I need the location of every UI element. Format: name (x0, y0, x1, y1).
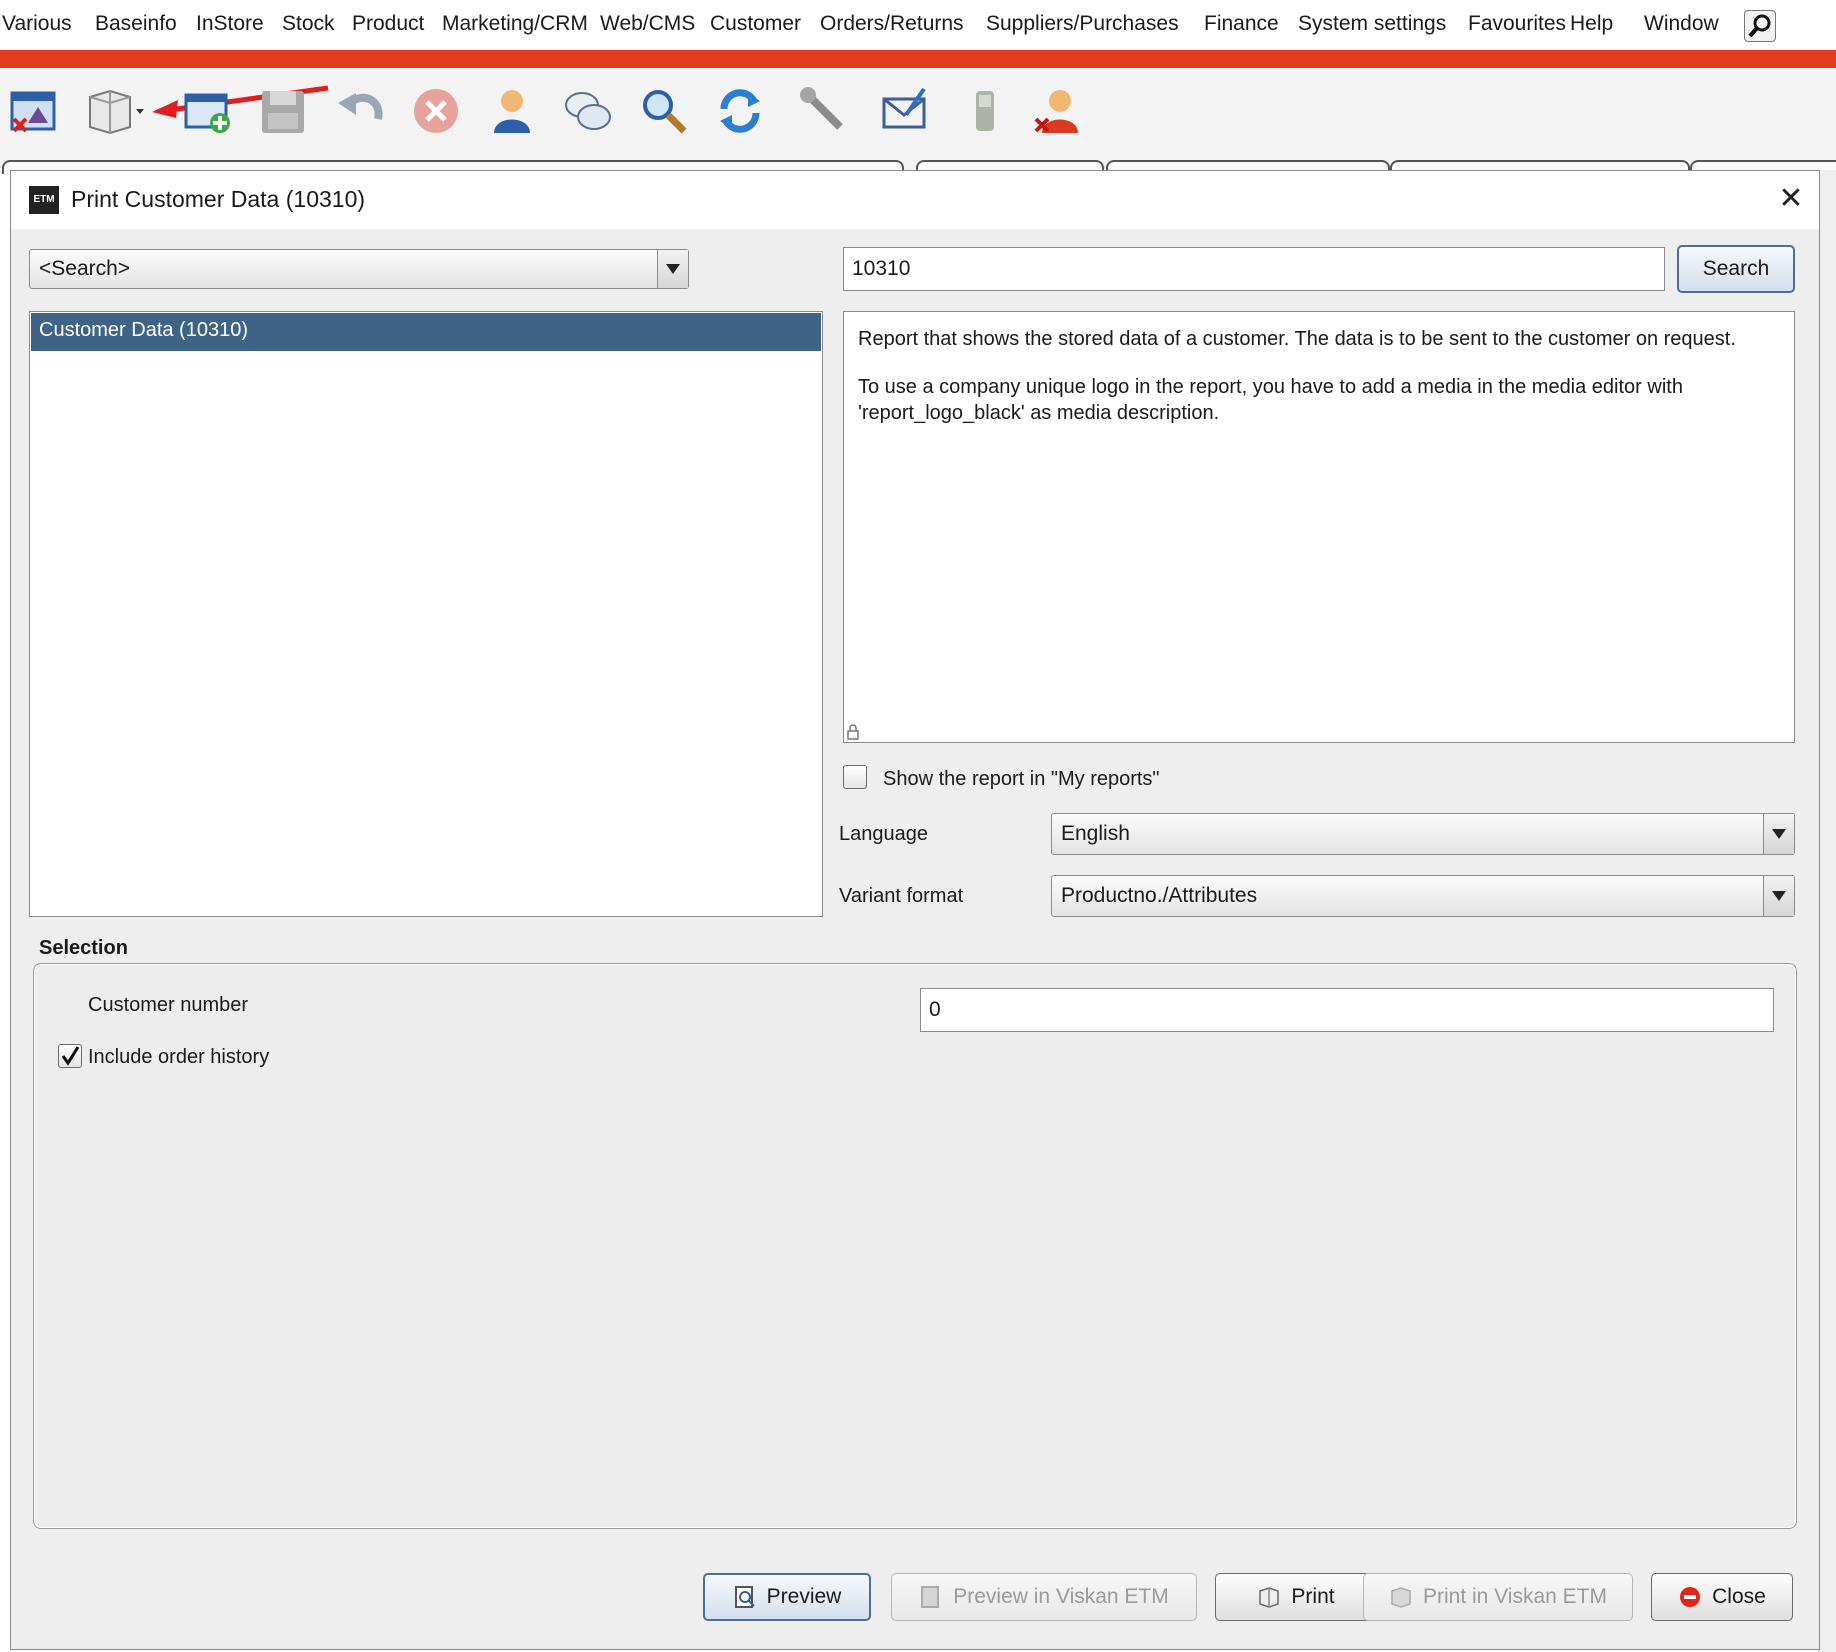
variant-format-select[interactable]: Productno./Attributes (1051, 875, 1795, 917)
new-window-icon[interactable] (182, 85, 234, 137)
menu-orders-returns[interactable]: Orders/Returns (820, 12, 964, 36)
report-description: Report that shows the stored data of a c… (843, 311, 1795, 743)
menu-system-settings[interactable]: System settings (1298, 12, 1446, 36)
chevron-down-icon[interactable] (657, 250, 688, 288)
preview-in-viskan-etm-label: Preview in Viskan ETM (953, 1585, 1169, 1608)
list-item[interactable]: Customer Data (10310) (31, 313, 821, 351)
variant-format-select-value: Productno./Attributes (1061, 884, 1258, 907)
background-window-edge (1818, 170, 1836, 1652)
etm-logo: ETM (29, 186, 59, 214)
report-search-input-value: 10310 (852, 257, 911, 280)
selection-heading: Selection (39, 937, 128, 959)
menu-help[interactable]: Help (1570, 12, 1613, 36)
preview-icon (921, 1586, 940, 1608)
menu-various[interactable]: Various (2, 12, 72, 36)
user-icon[interactable] (486, 85, 538, 137)
menu-web-cms[interactable]: Web/CMS (600, 12, 695, 36)
printer-icon (1391, 1587, 1411, 1608)
description-paragraph: Report that shows the stored data of a c… (858, 328, 1736, 350)
language-select[interactable]: English (1051, 813, 1795, 855)
close-icon[interactable]: ✕ (1776, 184, 1806, 214)
menu-customer[interactable]: Customer (710, 12, 801, 36)
search-icon[interactable] (638, 85, 690, 137)
dialog-titlebar: ETM Print Customer Data (10310) ✕ (11, 171, 1819, 229)
report-search-input[interactable]: 10310 (843, 247, 1665, 291)
chat-icon[interactable] (562, 85, 614, 137)
print-in-viskan-etm-label: Print in Viskan ETM (1422, 1585, 1607, 1608)
menu-stock[interactable]: Stock (282, 12, 335, 36)
menu-finance[interactable]: Finance (1204, 12, 1279, 36)
menu-window[interactable]: Window (1644, 12, 1719, 36)
selection-panel: Customer number 0 Include order history (33, 963, 1797, 1529)
variant-format-label: Variant format (839, 885, 964, 907)
menu-marketing-crm[interactable]: Marketing/CRM (442, 12, 588, 36)
menu-search-button[interactable] (1744, 10, 1776, 42)
dialog-title: Print Customer Data (10310) (71, 186, 366, 212)
menu-bar: Various Baseinfo InStore Stock Product M… (0, 0, 1836, 50)
description-paragraph: To use a company unique logo in the repo… (858, 376, 1683, 424)
refresh-icon[interactable] (714, 85, 766, 137)
save-icon[interactable] (258, 85, 310, 137)
mail-icon[interactable] (880, 85, 932, 137)
print-dialog: ETM Print Customer Data (10310) ✕ <Searc… (10, 170, 1820, 1650)
accent-bar (0, 50, 1836, 68)
customer-number-label: Customer number (88, 994, 249, 1016)
undo-icon[interactable] (334, 85, 386, 137)
close-window-icon[interactable] (8, 85, 60, 137)
chevron-down-icon[interactable] (1763, 876, 1794, 916)
customer-number-input[interactable]: 0 (920, 988, 1774, 1032)
show-in-my-reports-checkbox[interactable] (843, 765, 867, 789)
chevron-down-icon[interactable] (1763, 814, 1794, 854)
preview-in-viskan-etm-button[interactable]: Preview in Viskan ETM (891, 1573, 1197, 1621)
menu-product[interactable]: Product (352, 12, 424, 36)
language-label: Language (839, 823, 928, 845)
close-button-label: Close (1712, 1585, 1766, 1608)
print-button[interactable]: Print (1215, 1573, 1377, 1621)
report-search-combo[interactable]: <Search> (29, 249, 689, 289)
include-order-history-checkbox[interactable] (58, 1044, 82, 1068)
preview-button-label: Preview (766, 1585, 842, 1608)
cancel-icon[interactable] (410, 85, 462, 137)
close-button[interactable]: Close (1651, 1573, 1793, 1621)
menu-instore[interactable]: InStore (196, 12, 264, 36)
menu-suppliers-purchases[interactable]: Suppliers/Purchases (986, 12, 1179, 36)
report-list[interactable]: Customer Data (10310) (29, 311, 823, 917)
printer-icon (1259, 1587, 1280, 1608)
print-button-label: Print (1291, 1585, 1335, 1608)
language-select-value: English (1061, 822, 1130, 845)
search-button[interactable]: Search (1677, 245, 1795, 293)
list-item-label: Customer Data (10310) (39, 319, 248, 341)
show-in-my-reports-label: Show the report in "My reports" (883, 768, 1160, 790)
user-delete-icon[interactable] (1032, 85, 1084, 137)
lock-icon (847, 724, 859, 740)
checkmark-icon (61, 1046, 80, 1066)
print-in-viskan-etm-button[interactable]: Print in Viskan ETM (1363, 1573, 1633, 1621)
report-search-combo-value: <Search> (39, 257, 131, 280)
magnifier-icon (1748, 14, 1771, 38)
customer-number-value: 0 (929, 998, 941, 1021)
menu-baseinfo[interactable]: Baseinfo (95, 12, 177, 36)
stop-icon (1680, 1587, 1701, 1607)
preview-icon (734, 1586, 755, 1608)
printer-icon[interactable] (84, 85, 144, 137)
menu-favourites[interactable]: Favourites (1468, 12, 1566, 36)
wrench-icon[interactable] (798, 85, 850, 137)
include-order-history-label: Include order history (88, 1046, 270, 1068)
phone-icon[interactable] (960, 85, 1012, 137)
preview-button[interactable]: Preview (703, 1573, 871, 1621)
